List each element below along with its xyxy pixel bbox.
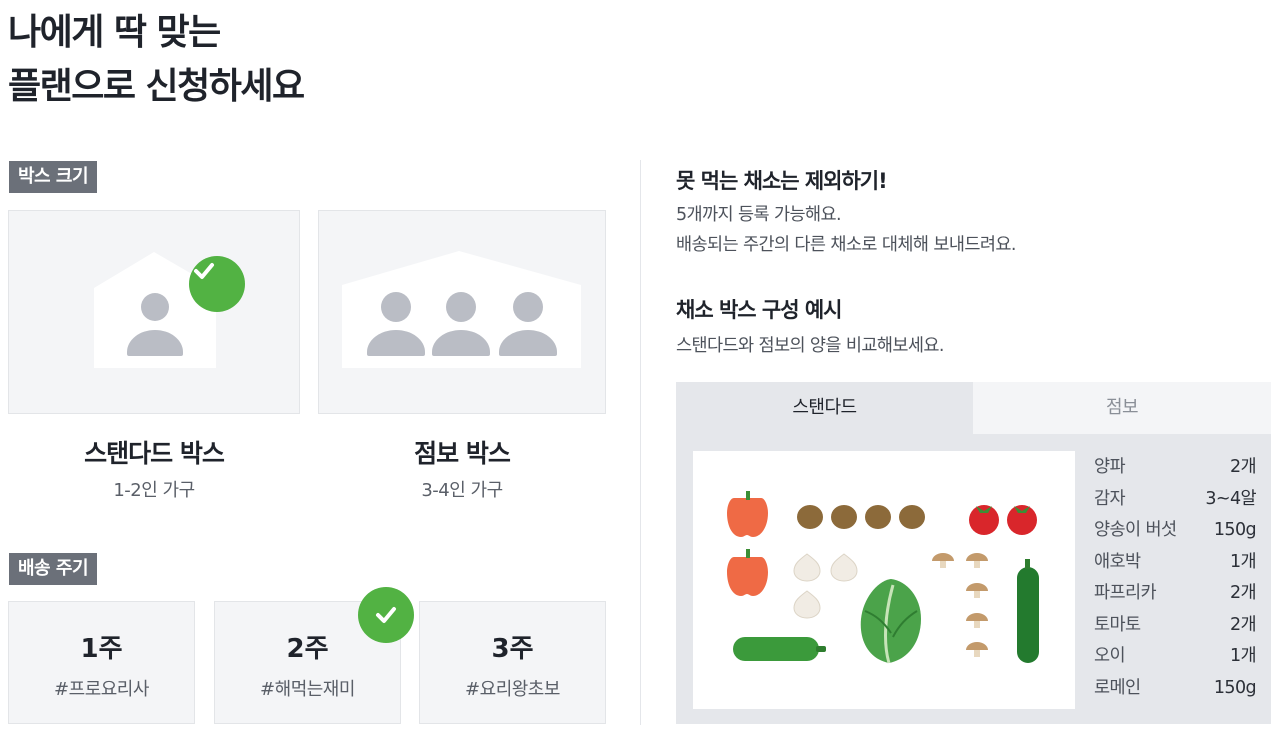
potato-icon	[797, 505, 925, 529]
standard-box-card[interactable]	[8, 210, 300, 414]
cycle-hashtag: #요리왕초보	[465, 679, 560, 700]
standard-box-subtitle: 1-2인 가구	[113, 480, 195, 501]
item-name: 토마토	[1094, 614, 1141, 635]
tab-standard[interactable]: 스탠다드	[676, 382, 973, 434]
item-qty: 2개	[1229, 614, 1257, 635]
item-name: 양파	[1094, 457, 1126, 477]
item-name: 파프리카	[1094, 583, 1157, 603]
cycle-hashtag: #해먹는재미	[260, 679, 355, 700]
item-qty: 150g	[1213, 677, 1257, 698]
cycle-week-label: 1주	[80, 634, 123, 664]
exclude-title: 못 먹는 채소는 제외하기!	[676, 169, 888, 193]
paprika-icon	[727, 491, 768, 596]
item-qty: 3~4알	[1205, 488, 1256, 509]
family-house-icon	[342, 251, 581, 368]
cycle-option-3-week[interactable]: 3주 #요리왕초보	[419, 601, 606, 724]
item-name: 양송이 버섯	[1094, 520, 1177, 540]
cycle-week-label: 3주	[491, 634, 534, 664]
list-item: 양송이 버섯 150g	[1094, 515, 1257, 547]
cycle-option-1-week[interactable]: 1주 #프로요리사	[8, 601, 195, 724]
vegetable-illustration	[693, 451, 1075, 709]
list-item: 양파 2개	[1094, 452, 1257, 484]
list-item: 오이 1개	[1094, 641, 1257, 673]
jumbo-box-subtitle: 3-4인 가구	[421, 480, 503, 501]
list-item: 토마토 2개	[1094, 610, 1257, 642]
example-subtitle: 스탠다드와 점보의 양을 비교해보세요.	[676, 336, 944, 356]
jumbo-box-card[interactable]	[318, 210, 606, 414]
exclude-line-1: 5개까지 등록 가능해요.	[676, 205, 842, 225]
tomato-icon	[969, 505, 1037, 535]
list-item: 파프리카 2개	[1094, 578, 1257, 610]
item-name: 애호박	[1094, 551, 1141, 572]
mushroom-icon	[932, 553, 988, 657]
item-qty: 1개	[1229, 551, 1257, 572]
item-qty: 2개	[1229, 583, 1257, 603]
item-qty: 1개	[1229, 646, 1257, 666]
item-name: 감자	[1094, 488, 1126, 509]
item-name: 오이	[1094, 646, 1126, 666]
box-size-label: 박스 크기	[9, 161, 98, 193]
item-qty: 150g	[1213, 520, 1257, 540]
list-item: 감자 3~4알	[1094, 484, 1257, 516]
list-item: 애호박 1개	[1094, 547, 1257, 579]
box-example-panel: 스탠다드 점보 양파 2개 감자 3~4알 양송이 버섯 150g 애호박 1개…	[676, 382, 1271, 724]
cycle-hashtag: #프로요리사	[54, 679, 149, 700]
vegetable-list: 양파 2개 감자 3~4알 양송이 버섯 150g 애호박 1개 파프리카 2개…	[1094, 452, 1257, 705]
jumbo-box-title: 점보 박스	[414, 439, 511, 468]
tab-jumbo[interactable]: 점보	[973, 382, 1271, 434]
page-headline: 나에게 딱 맞는 플랜으로 신청하세요	[8, 6, 305, 114]
standard-box-check-icon	[189, 256, 245, 312]
exclude-line-2: 배송되는 주간의 다른 채소로 대체해 보내드려요.	[676, 235, 1016, 255]
column-divider	[640, 160, 641, 725]
romaine-icon	[860, 579, 921, 664]
onion-icon	[793, 553, 858, 619]
headline-line-1: 나에게 딱 맞는	[8, 12, 221, 53]
list-item: 로메인 150g	[1094, 673, 1257, 705]
single-person-house-icon	[94, 252, 216, 368]
standard-box-title: 스탠다드 박스	[84, 439, 225, 468]
item-name: 로메인	[1094, 677, 1141, 698]
item-qty: 2개	[1229, 457, 1257, 477]
example-title: 채소 박스 구성 예시	[676, 298, 842, 322]
vegetables-icon	[727, 491, 1039, 664]
headline-line-2: 플랜으로 신청하세요	[8, 66, 305, 107]
cycle-2-week-check-icon	[358, 587, 414, 643]
zucchini-icon	[733, 637, 826, 661]
cucumber-icon	[1017, 559, 1039, 663]
delivery-cycle-label: 배송 주기	[9, 553, 98, 585]
